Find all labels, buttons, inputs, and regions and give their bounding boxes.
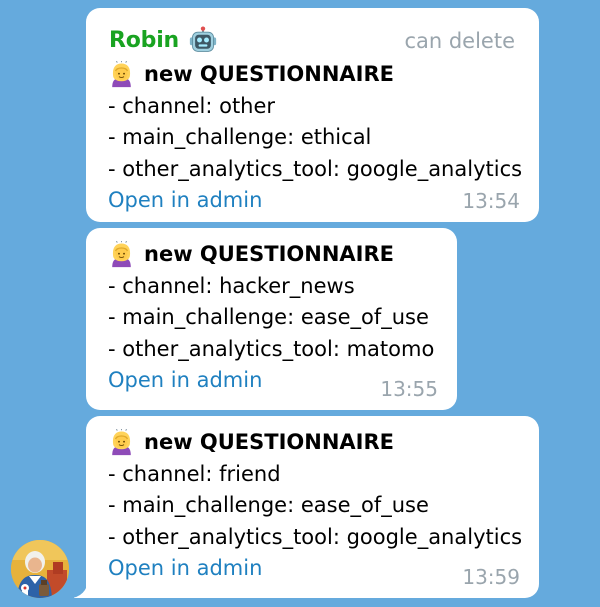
- person-with-headscarf-icon: [112, 241, 131, 268]
- message-body: new QUESTIONNAIRE - channel: friend - ma…: [108, 427, 522, 585]
- message-line: - other_analytics_tool: google_analytics: [108, 524, 523, 549]
- avatar-image: [11, 540, 69, 598]
- message-title: new QUESTIONNAIRE: [144, 430, 395, 454]
- person-with-headscarf-icon: [112, 61, 131, 88]
- sender-row: Robin: [109, 24, 217, 56]
- message-time: 13:54: [462, 189, 520, 213]
- message-line: - other_analytics_tool: matomo: [108, 336, 435, 361]
- open-in-admin-link[interactable]: Open in admin: [108, 553, 522, 585]
- message-line: - channel: hacker_news: [108, 273, 355, 298]
- message-line: - channel: friend: [108, 461, 281, 486]
- message-line: - channel: other: [108, 93, 276, 118]
- sender-name[interactable]: Robin: [109, 28, 179, 53]
- message-line: - main_challenge: ethical: [108, 125, 372, 149]
- open-in-admin-link[interactable]: Open in admin: [108, 185, 522, 217]
- message-bubble-2[interactable]: new QUESTIONNAIRE - channel: hacker_news…: [86, 228, 457, 410]
- message-body: new QUESTIONNAIRE - channel: other - mai…: [108, 59, 522, 217]
- can-delete-label: can delete: [404, 29, 515, 53]
- message-time: 13:55: [380, 377, 438, 401]
- message-bubble-1[interactable]: Robin can delete new QUESTIONNAIRE - cha…: [86, 8, 539, 222]
- message-body: new QUESTIONNAIRE - channel: hacker_news…: [108, 239, 434, 397]
- message-line: - main_challenge: ease_of_use: [108, 305, 429, 329]
- message-line: - other_analytics_tool: google_analytics: [108, 156, 523, 181]
- bubble-tail: [74, 582, 88, 598]
- person-with-headscarf-icon: [112, 429, 131, 456]
- message-title-row: new QUESTIONNAIRE: [108, 239, 434, 271]
- message-bubble-3[interactable]: new QUESTIONNAIRE - channel: friend - ma…: [86, 416, 539, 598]
- robot-icon: [189, 26, 217, 52]
- message-title: new QUESTIONNAIRE: [144, 242, 395, 266]
- message-time: 13:59: [462, 565, 520, 589]
- user-avatar[interactable]: [11, 540, 69, 598]
- message-line: - main_challenge: ease_of_use: [108, 493, 429, 517]
- message-title: new QUESTIONNAIRE: [144, 62, 395, 86]
- message-title-row: new QUESTIONNAIRE: [108, 427, 522, 459]
- message-title-row: new QUESTIONNAIRE: [108, 59, 522, 91]
